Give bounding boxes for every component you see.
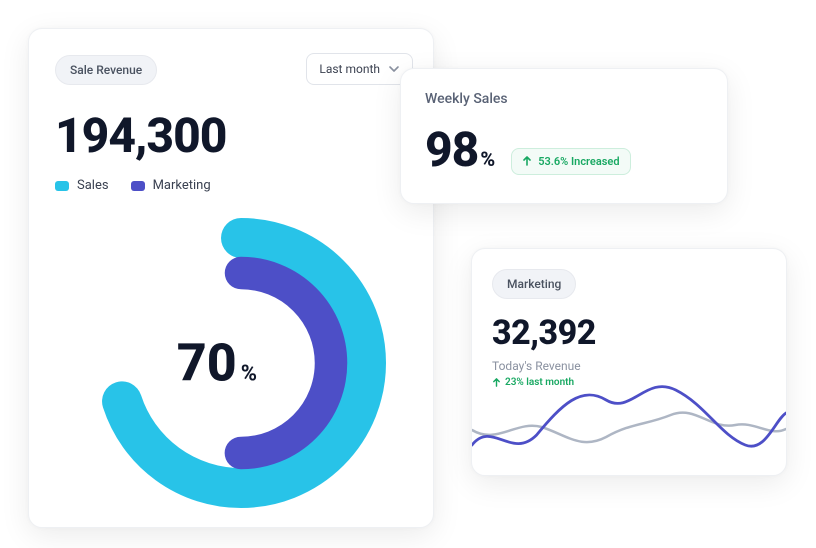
legend-label-sales: Sales (77, 178, 109, 193)
sale-revenue-card: Sale Revenue Last month 194,300 Sales Ma… (28, 28, 434, 528)
marketing-value: 32,392 (492, 313, 766, 353)
sale-revenue-chip: Sale Revenue (55, 55, 157, 85)
revenue-value: 194,300 (55, 107, 407, 164)
legend-label-marketing: Marketing (153, 178, 211, 193)
legend-item-marketing: Marketing (131, 178, 211, 193)
weekly-delta-text: 53.6% Increased (538, 155, 619, 168)
revenue-donut-chart: 70 % (91, 213, 391, 513)
marketing-chip: Marketing (492, 269, 576, 299)
weekly-sales-value: 98 % (425, 121, 495, 178)
swatch-marketing-icon (131, 181, 145, 191)
weekly-delta-pill: 53.6% Increased (511, 148, 630, 175)
donut-center-label: 70 % (177, 333, 257, 394)
revenue-legend: Sales Marketing (55, 178, 407, 193)
period-select-label: Last month (319, 62, 380, 76)
chevron-down-icon (388, 63, 400, 75)
weekly-sales-card: Weekly Sales 98 % 53.6% Increased (400, 68, 728, 204)
swatch-sales-icon (55, 181, 69, 191)
marketing-card: Marketing 32,392 Today's Revenue 23% las… (471, 248, 787, 476)
period-select[interactable]: Last month (306, 53, 413, 85)
weekly-sales-title: Weekly Sales (425, 91, 703, 107)
weekly-value-sign: % (480, 147, 495, 171)
donut-percent: 70 (177, 333, 237, 394)
marketing-sparkline-chart (472, 365, 786, 475)
legend-item-sales: Sales (55, 178, 109, 193)
weekly-value-number: 98 (425, 121, 478, 178)
donut-percent-sign: % (241, 362, 257, 387)
arrow-up-icon (522, 156, 532, 166)
